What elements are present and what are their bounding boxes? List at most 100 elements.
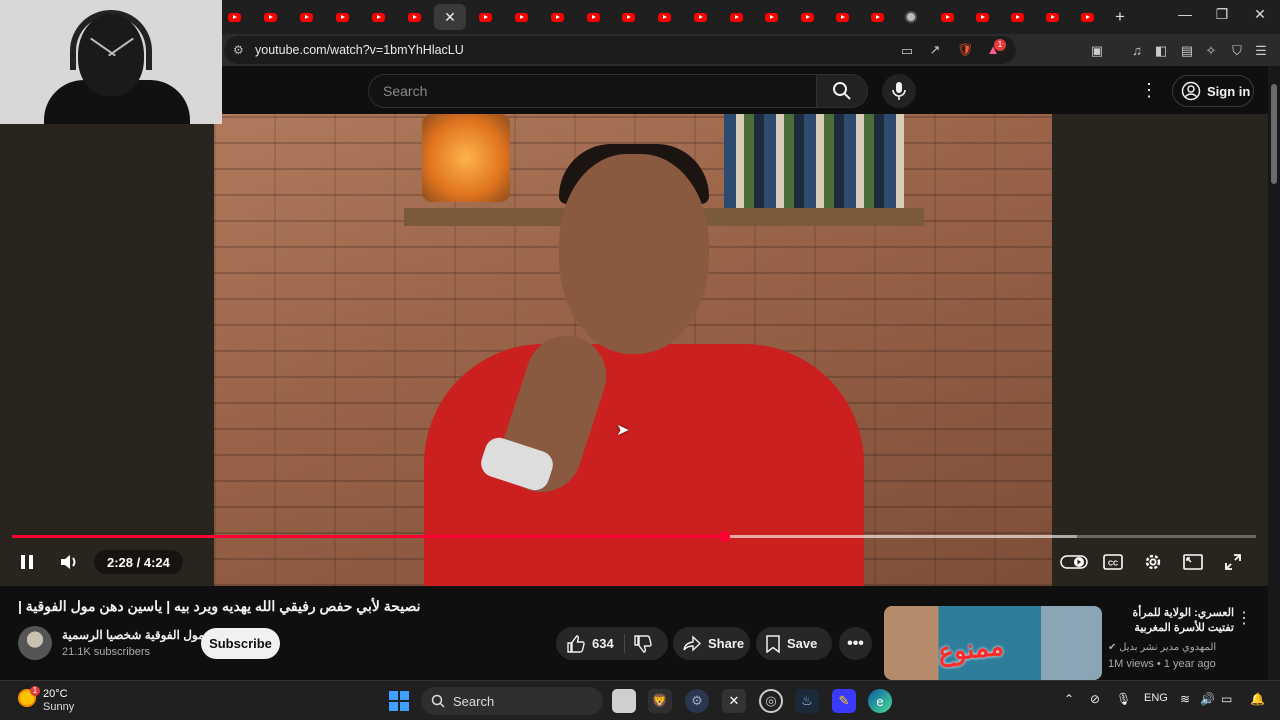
mute-button[interactable]: [56, 550, 84, 574]
browser-tab[interactable]: [290, 4, 322, 30]
progress-bar[interactable]: [12, 531, 1256, 542]
browser-tab[interactable]: [362, 4, 394, 30]
wallet-icon[interactable]: ▤: [1178, 43, 1196, 59]
browser-tab[interactable]: [791, 4, 823, 30]
subscribe-button[interactable]: Subscribe: [201, 628, 280, 659]
restore-button[interactable]: ❐: [1207, 6, 1237, 23]
steam-app-icon[interactable]: ♨: [795, 689, 819, 713]
browser-tab[interactable]: [326, 4, 358, 30]
browser-tab[interactable]: [861, 4, 893, 30]
language-indicator[interactable]: ENG: [1144, 692, 1168, 704]
browser-tab[interactable]: [755, 4, 787, 30]
share-button[interactable]: Share: [673, 627, 750, 660]
generic-favicon-icon: [905, 11, 917, 23]
recommended-menu-icon[interactable]: ⋮: [1236, 608, 1252, 628]
browser-tab[interactable]: [505, 4, 537, 30]
browser-tab[interactable]: [931, 4, 963, 30]
chatgpt-app-icon[interactable]: ◎: [759, 689, 783, 713]
notepad-app-icon[interactable]: ✎: [832, 689, 856, 713]
browser-tab[interactable]: [541, 4, 573, 30]
browser-tab[interactable]: [1001, 4, 1033, 30]
battery-icon[interactable]: ▭: [1221, 692, 1232, 706]
browser-tab[interactable]: [826, 4, 858, 30]
sidebar-icon[interactable]: ◧: [1152, 43, 1170, 59]
browser-tab[interactable]: [469, 4, 501, 30]
search-button[interactable]: [816, 74, 868, 108]
browser-tab[interactable]: [684, 4, 716, 30]
leo-ai-icon[interactable]: ✧: [1202, 43, 1220, 59]
menu-icon[interactable]: ☰: [1252, 43, 1270, 59]
brave-shields-icon[interactable]: 🛡: [956, 42, 974, 58]
time-display: 2:28 / 4:24: [94, 550, 183, 574]
save-button[interactable]: Save: [756, 627, 832, 660]
youtube-favicon-icon: [975, 12, 989, 22]
recommended-thumbnail[interactable]: ممنوع: [884, 606, 1102, 680]
new-tab-button[interactable]: +: [1104, 4, 1136, 30]
temperature[interactable]: 20°C: [43, 688, 68, 700]
more-actions-button[interactable]: •••: [839, 627, 872, 660]
search-placeholder: Search: [383, 83, 428, 99]
mouse-cursor-icon: ➤: [616, 422, 630, 439]
browser-tab[interactable]: [895, 4, 927, 30]
settings-app-icon[interactable]: ⚙: [685, 689, 709, 713]
x-app-icon[interactable]: ✕: [722, 689, 746, 713]
weather-condition[interactable]: Sunny: [43, 701, 74, 713]
browser-tab[interactable]: [398, 4, 430, 30]
youtube-favicon-icon: [227, 12, 241, 22]
channel-avatar[interactable]: [18, 626, 52, 660]
browser-tab[interactable]: [577, 4, 609, 30]
site-settings-icon[interactable]: ⚙: [233, 43, 244, 57]
youtube-favicon-icon: [335, 12, 349, 22]
fullscreen-button[interactable]: [1222, 550, 1244, 574]
browser-tab-active[interactable]: ✕: [434, 4, 466, 30]
browser-tab[interactable]: [720, 4, 752, 30]
task-view-icon[interactable]: [612, 689, 636, 713]
speaker-icon[interactable]: 🔊: [1200, 692, 1215, 706]
edge-browser-icon[interactable]: e: [868, 689, 892, 713]
page-scrollbar[interactable]: [1268, 66, 1280, 680]
close-window-button[interactable]: ✕: [1245, 6, 1275, 23]
browser-tab[interactable]: [254, 4, 286, 30]
reader-mode-icon[interactable]: ▣: [1088, 43, 1106, 59]
thumbs-up-icon[interactable]: [566, 634, 586, 654]
scrollbar-thumb[interactable]: [1271, 84, 1277, 184]
recommended-title[interactable]: العسري: الولاية للمرأة تفتيت للأسرة المغ…: [1108, 606, 1234, 636]
vpn-icon[interactable]: ⛉: [1228, 43, 1246, 59]
video-player[interactable]: ➤ 2:28 / 4:24 CC: [0, 114, 1268, 586]
microphone-icon[interactable]: 🎙: [1116, 692, 1131, 706]
cast-icon[interactable]: ▭: [898, 43, 916, 59]
notifications-off-icon[interactable]: ⊘: [1090, 692, 1100, 706]
close-tab-icon[interactable]: ✕: [444, 9, 456, 26]
browser-tab[interactable]: [1071, 4, 1103, 30]
browser-tab[interactable]: [648, 4, 680, 30]
pause-button[interactable]: [16, 550, 38, 574]
thumbs-down-icon[interactable]: [633, 634, 653, 654]
channel-name[interactable]: مول الفوقية شخصيا الرسمية: [62, 628, 205, 642]
autoplay-toggle[interactable]: [1060, 550, 1088, 574]
like-count[interactable]: 634: [592, 636, 614, 651]
browser-tab[interactable]: [966, 4, 998, 30]
settings-menu-icon[interactable]: ⋮: [1140, 80, 1158, 101]
browser-tab[interactable]: [612, 4, 644, 30]
address-bar[interactable]: ⚙ youtube.com/watch?v=1bmYhHlacLU ▭ ↗ 🛡 …: [224, 36, 1016, 64]
windows-start-icon[interactable]: [389, 691, 409, 711]
recommended-channel[interactable]: المهدوي مدير نشر بديل ✔: [1108, 642, 1216, 653]
captions-button[interactable]: CC: [1102, 550, 1124, 574]
browser-tab[interactable]: [1036, 4, 1068, 30]
brave-browser-icon[interactable]: 🦁: [648, 689, 672, 713]
notification-bell-icon[interactable]: 🔔: [1250, 692, 1265, 706]
sign-in-button[interactable]: Sign in: [1172, 75, 1254, 107]
search-input[interactable]: Search: [368, 74, 816, 108]
voice-search-button[interactable]: [882, 74, 916, 108]
taskbar-search[interactable]: Search: [421, 687, 603, 715]
like-dislike-group: 634: [556, 627, 668, 660]
minimize-button[interactable]: —: [1170, 6, 1200, 22]
wifi-icon[interactable]: ≋: [1180, 692, 1190, 706]
show-hidden-icons-chevron-icon[interactable]: ⌃: [1064, 692, 1074, 706]
miniplayer-button[interactable]: [1182, 550, 1204, 574]
browser-tab[interactable]: [218, 4, 250, 30]
video-frame[interactable]: [214, 114, 1052, 586]
share-page-icon[interactable]: ↗: [926, 42, 944, 58]
media-icon[interactable]: ♫: [1128, 43, 1146, 58]
settings-button[interactable]: [1142, 550, 1164, 574]
